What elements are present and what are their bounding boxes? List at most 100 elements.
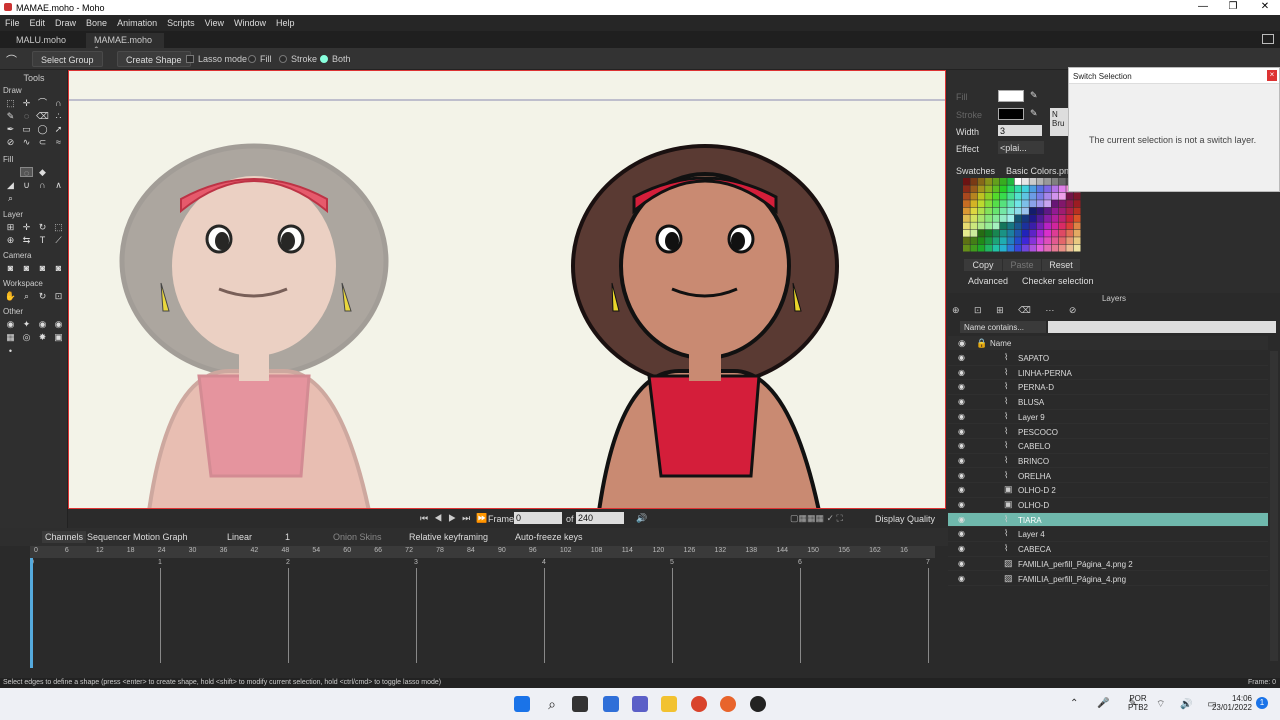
color-swatch[interactable] [1014,207,1022,215]
color-swatch[interactable] [1022,178,1029,185]
select-points-icon[interactable]: ⬚ [4,98,17,108]
advanced-checkbox[interactable]: Advanced [968,276,1008,286]
color-swatch[interactable] [1073,229,1081,237]
chat-icon[interactable] [632,696,648,712]
layer-row[interactable]: ◉ ⌇ CABELO [948,439,1268,454]
color-swatch[interactable] [992,200,1000,208]
hide-edge-icon[interactable]: ∪ [20,180,33,190]
color-swatch[interactable] [1066,215,1074,222]
stroke-eyedropper-icon[interactable]: ✎ [1030,108,1038,119]
display-quality-dropdown[interactable]: Display Quality [875,514,935,524]
color-swatch[interactable] [1051,222,1059,230]
color-swatch[interactable] [1058,178,1066,185]
color-swatch[interactable] [977,222,985,230]
color-swatch[interactable] [999,215,1007,222]
menu-draw[interactable]: Draw [50,15,81,28]
color-swatch[interactable] [1051,192,1059,200]
rotate-workspace-icon[interactable]: ↻ [36,291,49,301]
eye-icon[interactable]: ◉ [958,397,965,406]
color-swatch[interactable] [963,207,970,215]
color-swatch[interactable] [985,237,992,245]
color-swatch[interactable] [1022,192,1029,200]
color-swatch[interactable] [1066,200,1074,208]
layer-row[interactable]: ◉ ▣ OLHO-D [948,498,1268,513]
color-swatch[interactable] [970,215,978,222]
layer-row[interactable]: ◉ ⌇ ORELHA [948,469,1268,484]
color-swatch[interactable] [1073,200,1081,208]
color-swatch[interactable] [1058,244,1066,252]
minimize-button[interactable]: — [1188,1,1218,12]
color-swatch[interactable] [1044,229,1051,237]
color-swatch[interactable] [1022,229,1029,237]
color-swatch[interactable] [1007,178,1015,185]
eye-icon[interactable]: ◉ [958,529,965,538]
color-swatch[interactable] [1036,200,1044,208]
fill-checkbox[interactable]: Fill [956,92,968,102]
onion-icon[interactable]: ◎ [20,332,33,342]
color-swatch[interactable] [985,229,992,237]
color-swatch[interactable] [992,229,1000,237]
color-swatch[interactable] [1051,215,1059,222]
color-swatch[interactable] [1058,237,1066,245]
curve-exposure-icon[interactable]: ∧ [52,180,65,190]
color-swatch[interactable] [1029,178,1037,185]
language-indicator[interactable]: POR PTB2 [1128,694,1148,712]
color-swatch[interactable] [1007,237,1015,245]
eye-icon[interactable]: ◉ [958,368,965,377]
eye-toggle-icon[interactable]: ◉ [52,319,65,329]
color-swatch[interactable] [1044,215,1051,222]
color-swatch[interactable] [1044,185,1051,193]
color-swatch[interactable] [1029,200,1037,208]
color-swatch[interactable] [1073,222,1081,230]
color-swatch[interactable] [963,237,970,245]
audio-icon[interactable]: 🔊 [636,513,647,524]
color-swatch[interactable] [1007,192,1015,200]
color-swatch[interactable] [1044,192,1051,200]
color-swatch[interactable] [985,200,992,208]
auto-freeze-checkbox[interactable]: Auto-freeze keys [512,531,586,543]
eye-icon[interactable]: ◉ [958,471,965,480]
color-swatch[interactable] [992,207,1000,215]
brush-button[interactable]: N Bru [1050,108,1068,136]
paint-bucket-icon[interactable]: ◆ [36,167,49,177]
color-swatch[interactable] [1073,207,1081,215]
color-swatch[interactable] [1022,244,1029,252]
close-button[interactable]: ✕ [1250,1,1280,12]
scatter-brush-icon[interactable]: ∴ [52,111,65,121]
color-swatch[interactable] [1014,192,1022,200]
layer-row[interactable]: ◉ ⌇ LINHA-PERNA [948,366,1268,381]
color-swatch[interactable] [1058,185,1066,193]
color-swatch[interactable] [970,185,978,193]
color-swatch[interactable] [1036,185,1044,193]
color-swatch[interactable] [985,192,992,200]
color-swatch[interactable] [1036,207,1044,215]
color-swatch[interactable] [977,244,985,252]
obs-icon[interactable] [750,696,766,712]
color-swatch[interactable] [992,178,1000,185]
eraser-icon[interactable]: ⌫ [36,111,49,121]
color-swatch[interactable] [1007,215,1015,222]
color-swatch[interactable] [1029,192,1037,200]
color-swatch[interactable] [1058,229,1066,237]
color-swatch[interactable] [977,200,985,208]
color-swatch[interactable] [985,207,992,215]
layers-scrollbar[interactable] [1270,351,1278,661]
grid-icon[interactable]: ▦ [4,332,17,342]
layer-row[interactable]: ◉ ⌇ BLUSA [948,395,1268,410]
color-swatch[interactable] [985,178,992,185]
delete-edge-icon[interactable]: ⊘ [4,137,17,147]
layer-row[interactable]: ◉ ⌇ CABECA [948,542,1268,557]
arrow-tool-icon[interactable]: ➚ [52,124,65,134]
timeline-ruler[interactable]: 0 6 12 18 24 30 36 42 48 54 60 66 72 78 84 90 96 102 108 11… [30,546,935,558]
layer-filter-dropdown[interactable]: Name contains... [960,321,1046,333]
light-icon[interactable]: ✸ [36,332,49,342]
color-swatch[interactable] [1029,215,1037,222]
rectangle-tool-icon[interactable]: ▭ [20,124,33,134]
color-swatch[interactable] [985,215,992,222]
color-swatch[interactable] [970,229,978,237]
timeline-track[interactable]: 01234567 [30,558,935,668]
camera-pan-icon[interactable]: ◙ [4,263,17,273]
color-swatch[interactable] [999,222,1007,230]
menu-scripts[interactable]: Scripts [162,15,200,28]
pin-icon[interactable]: ✦ [20,319,33,329]
